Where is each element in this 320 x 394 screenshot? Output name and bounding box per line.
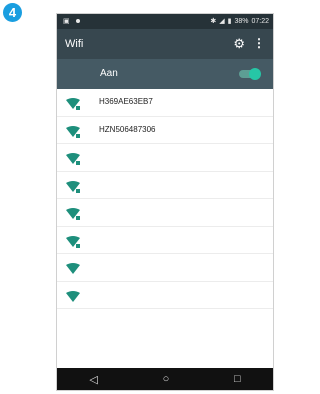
wifi-icon [66,263,80,274]
network-row[interactable]: HZN506487306 [57,117,273,144]
network-list: H369AE63EB7 HZN506487306 [57,89,273,309]
network-name: HZN506487306 [99,124,156,134]
gear-icon[interactable]: ⚙ [233,36,245,52]
network-row[interactable] [57,172,273,199]
wifi-secured-icon [66,125,80,138]
wifi-secured-icon [66,98,80,110]
wifi-toggle-label: Aan [100,68,118,79]
network-row[interactable] [57,199,273,227]
status-bar: ▣ ✱ ◢ ▮ 38% 07:22 [57,14,273,29]
wifi-toggle-row[interactable]: Aan [57,59,273,89]
app-bar: Wifi ⚙ ⋮ [57,29,273,59]
network-name: H369AE63EB7 [99,97,153,106]
wifi-secured-icon [66,180,80,193]
more-options-icon[interactable]: ⋮ [253,36,265,50]
gallery-notification-icon: ▣ [63,18,70,25]
network-row[interactable] [57,254,273,282]
network-row[interactable] [57,144,273,172]
wifi-toggle-switch[interactable] [239,68,261,80]
network-row[interactable] [57,282,273,309]
clock: 07:22 [251,17,269,25]
wifi-secured-icon [66,208,80,220]
recents-icon[interactable]: □ [234,373,241,385]
signal-icon: ◢ [219,18,225,25]
step-number-badge: 4 [3,3,22,22]
network-row[interactable]: H369AE63EB7 [57,89,273,117]
battery-icon: ▮ [227,18,232,25]
page-title: Wifi [65,38,84,50]
battery-percent: 38% [234,17,249,25]
notification-dot-icon [75,19,80,23]
wifi-icon [66,290,80,302]
wifi-secured-icon [66,235,80,248]
home-icon[interactable]: ○ [163,373,170,385]
network-row[interactable] [57,227,273,254]
back-icon[interactable]: ◁ [89,373,97,386]
bluetooth-icon: ✱ [210,18,217,25]
wifi-secured-icon [66,153,80,165]
phone-screen: ▣ ✱ ◢ ▮ 38% 07:22 Wifi ⚙ ⋮ Aan H369AE63E… [56,13,274,391]
navigation-bar: ◁ ○ □ [57,368,273,390]
